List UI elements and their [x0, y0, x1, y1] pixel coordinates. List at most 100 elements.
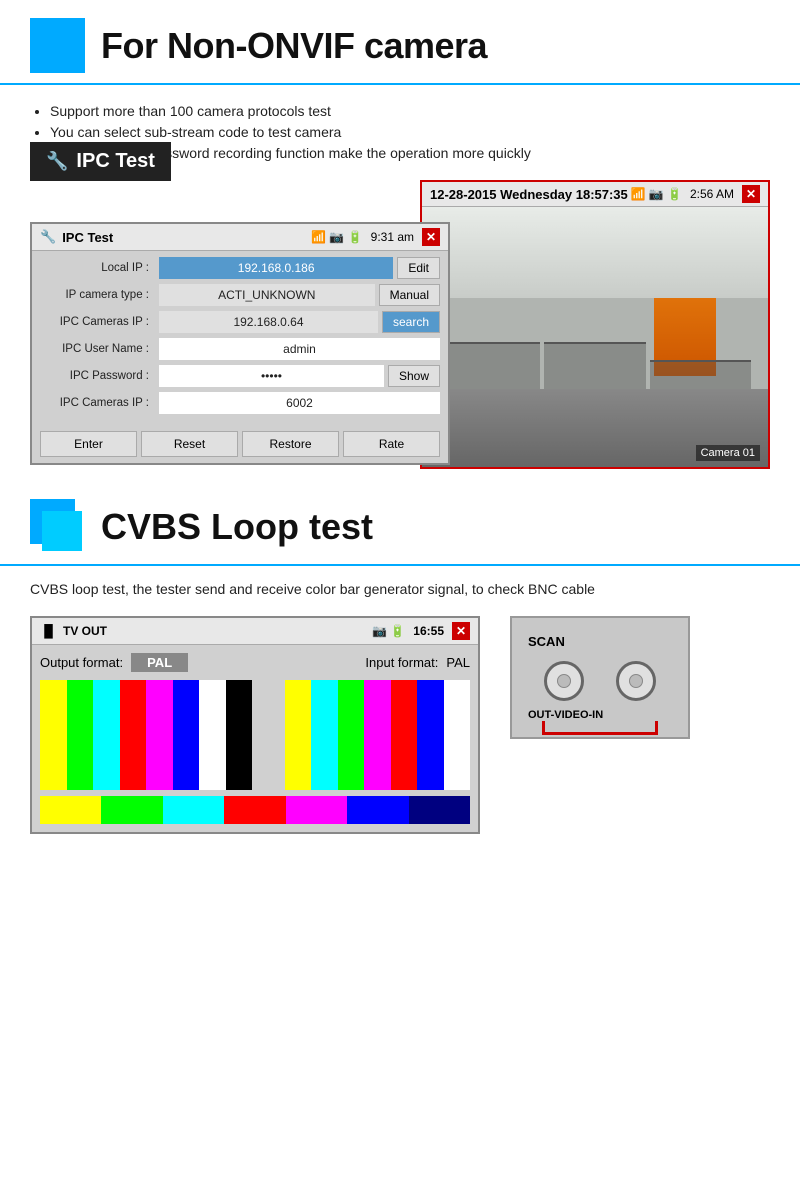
ipc-camera-title-right: 📶 📷 🔋 2:56 AM ✕ [630, 185, 760, 203]
color-bar [93, 680, 120, 790]
input-port[interactable] [159, 392, 440, 414]
label-local-ip: Local IP : [40, 262, 155, 274]
label-password: IPC Password : [40, 370, 155, 382]
color-bar [199, 680, 226, 790]
color-bar [391, 680, 418, 790]
label-camera-type: IP camera type : [40, 289, 155, 301]
red-line-horizontal [542, 732, 658, 735]
input-format-value: PAL [446, 655, 470, 670]
camera-clock: 2:56 AM [690, 187, 734, 201]
section2-icon-stack [30, 499, 85, 554]
btn-manual[interactable]: Manual [379, 284, 440, 306]
tv-close-button[interactable]: ✕ [452, 622, 470, 640]
ipc-form-title-left: 🔧 IPC Test [40, 229, 113, 245]
mini-bar [286, 796, 347, 824]
bullet-1: Support more than 100 camera protocols t… [50, 103, 770, 119]
btn-edit[interactable]: Edit [397, 257, 440, 279]
port-left-inner [557, 674, 571, 688]
section1-title: For Non-ONVIF camera [101, 25, 487, 67]
color-bar [120, 680, 147, 790]
mini-bar [40, 796, 101, 824]
port-left [544, 661, 584, 701]
form-row-username: IPC User Name : [40, 338, 440, 360]
tv-bars-icon: ▐▌ [40, 624, 57, 638]
input-format-group: Input format: PAL [365, 653, 470, 672]
tv-titlebar: ▐▌ TV OUT 📷 🔋 16:55 ✕ [32, 618, 478, 645]
btn-show[interactable]: Show [388, 365, 440, 387]
camera-label: Camera 01 [701, 447, 755, 459]
btn-search[interactable]: search [382, 311, 440, 333]
btn-restore[interactable]: Restore [242, 431, 339, 457]
cvbs-desc-text: CVBS loop test, the tester send and rece… [30, 581, 595, 597]
ipc-form-title-text: IPC Test [62, 230, 113, 245]
input-format-label: Input format: [365, 655, 438, 670]
mini-bars-left [40, 796, 470, 824]
ipc-camera-title-left: 12-28-2015 Wednesday 18:57:35 [430, 187, 628, 202]
mini-bar [224, 796, 285, 824]
mini-bar [347, 796, 408, 824]
ipc-close-button[interactable]: ✕ [422, 228, 440, 246]
ipc-camera-titlebar: 12-28-2015 Wednesday 18:57:35 📶 📷 🔋 2:56… [422, 182, 768, 207]
ipc-camera-panel: 12-28-2015 Wednesday 18:57:35 📶 📷 🔋 2:56… [420, 180, 770, 469]
label-port: IPC Cameras IP : [40, 397, 155, 409]
office-simulation [422, 207, 768, 467]
output-format-value: PAL [131, 653, 188, 672]
cam-icon: 🔧 [46, 151, 68, 172]
mini-bar [101, 796, 162, 824]
ipc-form-titlebar: 🔧 IPC Test 📶 📷 🔋 9:31 am ✕ [32, 224, 448, 251]
mini-bar-row [40, 796, 470, 824]
red-line-right [655, 721, 658, 735]
color-bar [40, 680, 67, 790]
output-format-label: Output format: [40, 655, 123, 670]
tv-titlebar-right: 📷 🔋 16:55 ✕ [372, 622, 470, 640]
ipc-icons-row: 📶 📷 🔋 [311, 230, 363, 244]
input-password[interactable] [159, 365, 384, 387]
scan-connect-area: OUT-VIDEO-IN [528, 709, 672, 721]
btn-enter[interactable]: Enter [40, 431, 137, 457]
color-bar [146, 680, 173, 790]
btn-reset[interactable]: Reset [141, 431, 238, 457]
ipc-label-text: IPC Test [76, 150, 155, 173]
section1-header: For Non-ONVIF camera [0, 0, 800, 85]
btn-rate[interactable]: Rate [343, 431, 440, 457]
ipc-demo-area: 🔧 IPC Test 🔧 IPC Test 📶 📷 🔋 9:31 am ✕ [30, 180, 770, 469]
tv-status-icons: 📷 🔋 [372, 624, 405, 638]
tv-time: 16:55 [413, 624, 444, 638]
color-bar [417, 680, 444, 790]
color-bar [444, 680, 471, 790]
color-bar [338, 680, 365, 790]
bullet-2: You can select sub-stream code to test c… [50, 124, 770, 140]
ipc-form-body: Local IP : Edit IP camera type : Manual … [32, 251, 448, 425]
ipc-form-title-right: 📶 📷 🔋 9:31 am ✕ [311, 228, 440, 246]
camera-close-button[interactable]: ✕ [742, 185, 760, 203]
port-right [616, 661, 656, 701]
label-username: IPC User Name : [40, 343, 155, 355]
color-bars-right [258, 680, 470, 790]
label-cameras-ip: IPC Cameras IP : [40, 316, 155, 328]
form-row-port: IPC Cameras IP : [40, 392, 440, 414]
tv-titlebar-left: ▐▌ TV OUT [40, 624, 107, 638]
tv-out-panel: ▐▌ TV OUT 📷 🔋 16:55 ✕ Output format: PAL [30, 616, 480, 834]
input-camera-type[interactable] [159, 284, 375, 306]
scan-ports [528, 661, 672, 701]
scan-label: SCAN [528, 634, 672, 649]
section1-icon [30, 18, 85, 73]
ipc-label-box: 🔧 IPC Test [30, 142, 171, 181]
section2-header: CVBS Loop test [0, 489, 800, 566]
ipc-icon-small: 🔧 [40, 229, 56, 245]
mini-bar [163, 796, 224, 824]
cvbs-description: CVBS loop test, the tester send and rece… [0, 578, 800, 616]
input-cameras-ip[interactable] [159, 311, 378, 333]
ipc-time: 9:31 am [371, 230, 414, 244]
ipc-form-footer: Enter Reset Restore Rate [32, 425, 448, 463]
input-username[interactable] [159, 338, 440, 360]
color-bar [258, 680, 285, 790]
color-bar [364, 680, 391, 790]
form-row-password: IPC Password : Show [40, 365, 440, 387]
tv-body: Output format: PAL Input format: PAL [32, 645, 478, 832]
form-row-cameras-ip: IPC Cameras IP : search [40, 311, 440, 333]
tv-title-text: TV OUT [63, 624, 107, 638]
camera-label-overlay: Camera 01 [696, 445, 760, 461]
section1: For Non-ONVIF camera Support more than 1… [0, 0, 800, 469]
input-local-ip[interactable] [159, 257, 393, 279]
